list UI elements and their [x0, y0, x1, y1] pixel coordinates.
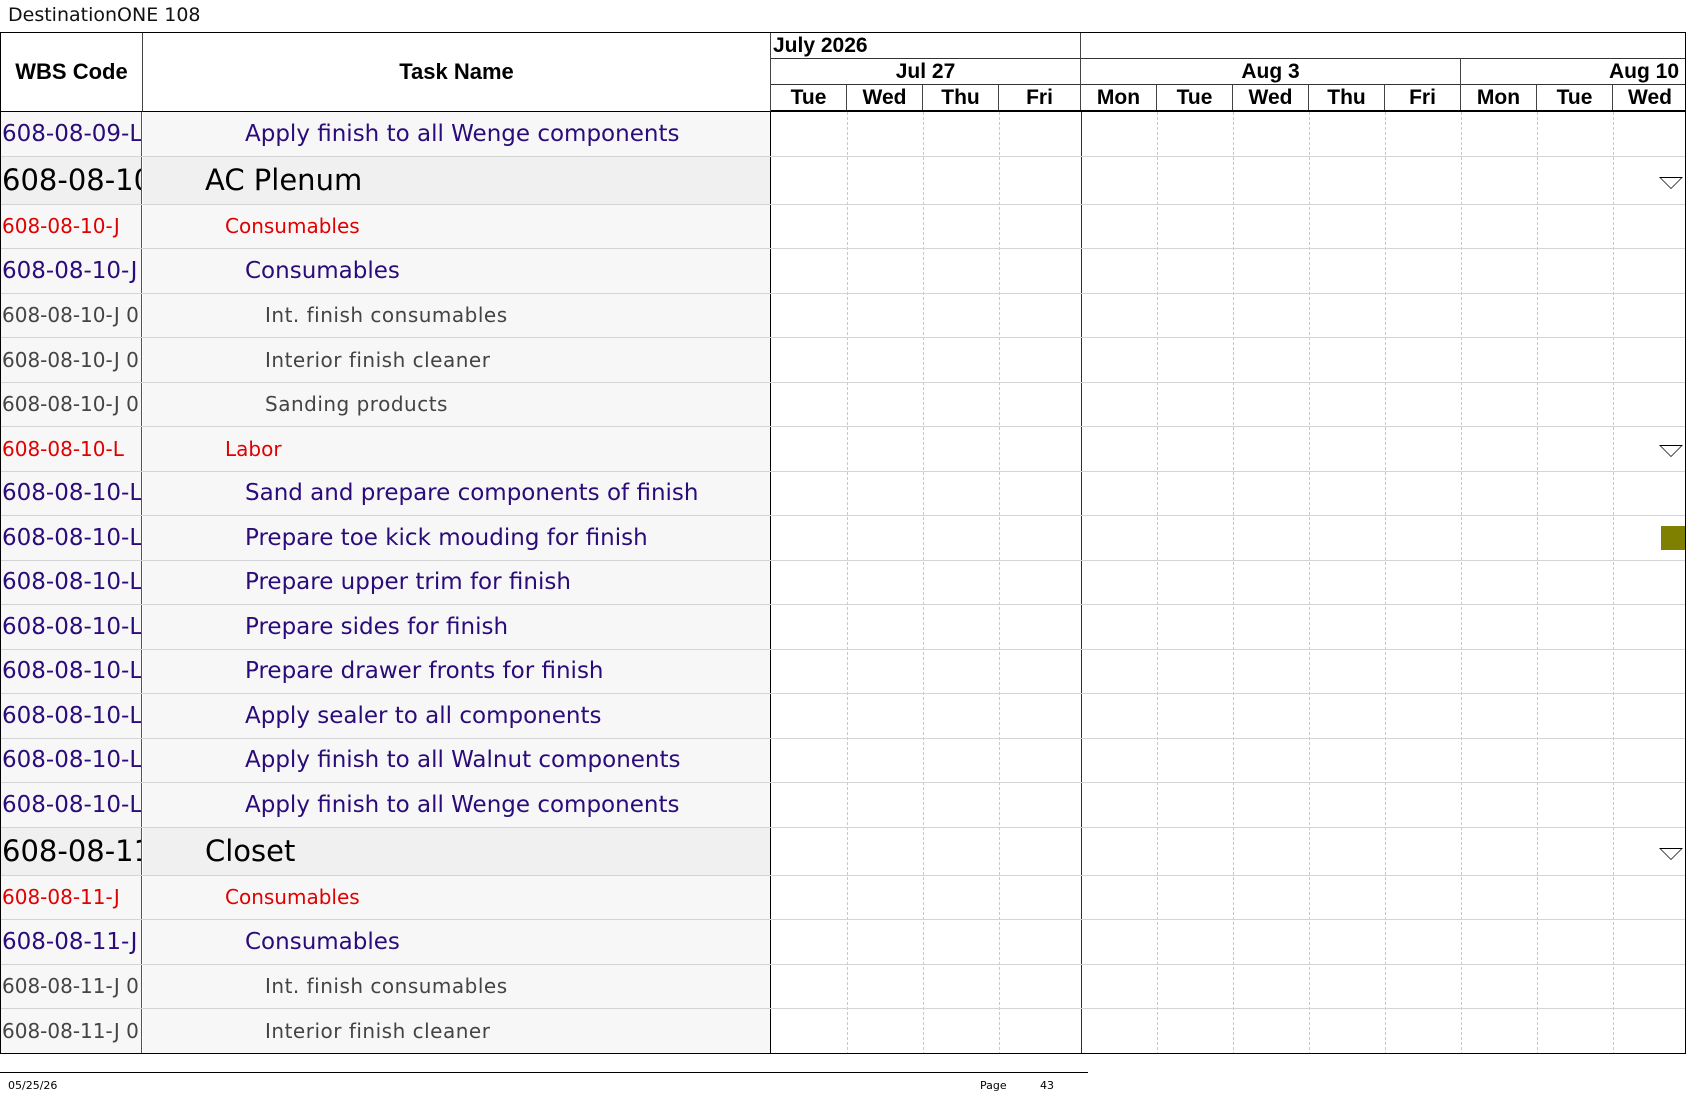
table-row[interactable]: 608-08-10-J 01 Int. finish consumables [1, 293, 1685, 338]
wbs-code-cell[interactable]: 608-08-10-L 01 [1, 694, 142, 738]
task-name-cell[interactable]: Consumables [143, 204, 771, 248]
table-row[interactable]: 608-08-10-L 01Prepare sides for finish [1, 605, 1685, 650]
task-name-cell[interactable]: Prepare sides for finish [143, 605, 771, 649]
table-row[interactable]: 608-08-10-J 01 Interior finish cleaner [1, 338, 1685, 383]
task-name-cell[interactable]: Int. finish consumables [143, 964, 771, 1008]
footer-divider [0, 1072, 1088, 1073]
table-row[interactable]: 608-08-10-L 01Prepare drawer fronts for … [1, 649, 1685, 694]
month-label: July 2026 [771, 33, 1081, 59]
table-row[interactable]: 608-08-11-J 01 Interior finish cleaner [1, 1009, 1685, 1053]
task-name-cell[interactable]: Sanding products [143, 382, 771, 426]
wbs-code-cell[interactable]: 608-08-10-J 01 [1, 249, 142, 293]
task-name-cell[interactable]: Prepare toe kick mouding for finish [143, 516, 771, 560]
task-name-cell[interactable]: AC Plenum [143, 156, 771, 204]
table-row[interactable]: 608-08-11-J Consumables [1, 875, 1685, 920]
summary-marker-icon[interactable] [1659, 176, 1683, 189]
task-name-cell[interactable]: Apply finish to all Wenge components [143, 783, 771, 827]
day-label: Thu [923, 85, 999, 110]
wbs-code-cell[interactable]: 608-08-10-L 01 [1, 471, 142, 515]
task-name-cell[interactable]: Consumables [143, 920, 771, 964]
day-label: Mon [1461, 85, 1537, 110]
task-column-header[interactable]: Task Name [143, 33, 771, 112]
wbs-code-cell[interactable]: 608-08-10-J 01 [1, 338, 142, 382]
wbs-code-cell[interactable]: 608-08-10 [1, 156, 142, 204]
task-name-cell[interactable]: Labor [143, 427, 771, 471]
month-blank [1081, 33, 1685, 59]
wbs-code-cell[interactable]: 608-08-10-L 01 [1, 649, 142, 693]
document-title: DestinationONE 108 [8, 4, 201, 26]
table-row[interactable]: 608-08-11 Closet [1, 827, 1685, 876]
footer-page-number: 43 [1040, 1079, 1054, 1092]
table-row[interactable]: 608-08-11-J 01Consumables [1, 920, 1685, 965]
table-row[interactable]: 608-08-10-L 01Apply finish to all Walnut… [1, 738, 1685, 783]
task-name-cell[interactable]: Interior finish cleaner [143, 1009, 771, 1053]
wbs-column-header[interactable]: WBS Code [1, 33, 143, 112]
table-row[interactable]: 608-08-10-J 01Consumables [1, 249, 1685, 294]
wbs-code-cell[interactable]: 608-08-11-J 01 [1, 920, 142, 964]
footer-date: 05/25/26 [8, 1079, 58, 1092]
task-name-cell[interactable]: Apply sealer to all components [143, 694, 771, 738]
wbs-code-cell[interactable]: 608-08-10-L 01 [1, 560, 142, 604]
table-row[interactable]: 608-08-10-L Labor [1, 427, 1685, 472]
wbs-code-cell[interactable]: 608-08-09-L 01 [1, 112, 142, 156]
table-row[interactable]: 608-08-11-J 01 Int. finish consumables [1, 964, 1685, 1009]
wbs-code-cell[interactable]: 608-08-10-L 01 [1, 605, 142, 649]
month-row: July 2026 [771, 33, 1685, 59]
table-row[interactable]: 608-08-10-L 01Prepare toe kick mouding f… [1, 516, 1685, 561]
day-label: Wed [847, 85, 923, 110]
task-name-cell[interactable]: Apply finish to all Wenge components [143, 112, 771, 156]
wbs-code-cell[interactable]: 608-08-11 [1, 827, 142, 875]
wbs-code-cell[interactable]: 608-08-10-J [1, 204, 142, 248]
day-label: Thu [1309, 85, 1385, 110]
week-label: Aug 3 [1081, 59, 1461, 85]
wbs-code-cell[interactable]: 608-08-11-J 01 [1, 1009, 142, 1053]
day-label: Tue [771, 85, 847, 110]
task-name-cell[interactable]: Prepare drawer fronts for finish [143, 649, 771, 693]
table-row[interactable]: 608-08-10-L 01Sand and prepare component… [1, 471, 1685, 516]
table-row[interactable]: 608-08-10 AC Plenum [1, 156, 1685, 205]
wbs-code-cell[interactable]: 608-08-11-J 01 [1, 964, 142, 1008]
wbs-code-cell[interactable]: 608-08-10-J 01 [1, 293, 142, 337]
day-label: Mon [1081, 85, 1157, 110]
summary-marker-icon[interactable] [1659, 847, 1683, 860]
task-name-cell[interactable]: Consumables [143, 249, 771, 293]
wbs-code-cell[interactable]: 608-08-10-L [1, 427, 142, 471]
wbs-code-cell[interactable]: 608-08-11-J [1, 875, 142, 919]
table-row[interactable]: 608-08-10-J Consumables [1, 204, 1685, 249]
wbs-code-cell[interactable]: 608-08-10-L 01 [1, 516, 142, 560]
gantt-task-bar[interactable] [1661, 526, 1685, 551]
task-name-cell[interactable]: Closet [143, 827, 771, 875]
task-name-cell[interactable]: Apply finish to all Walnut components [143, 738, 771, 782]
table-row[interactable]: 608-08-09-L 01Apply finish to all Wenge … [1, 112, 1685, 157]
task-name-cell[interactable]: Sand and prepare components of finish [143, 471, 771, 515]
week-label: Jul 27 [771, 59, 1081, 85]
table-row[interactable]: 608-08-10-L 01Prepare upper trim for fin… [1, 560, 1685, 605]
day-label: Fri [999, 85, 1081, 110]
task-name-cell[interactable]: Int. finish consumables [143, 293, 771, 337]
footer-page-label: Page [980, 1079, 1007, 1092]
wbs-code-cell[interactable]: 608-08-10-L 01 [1, 738, 142, 782]
table-row[interactable]: 608-08-10-L 01Apply finish to all Wenge … [1, 783, 1685, 828]
table-row[interactable]: 608-08-10-L 01Apply sealer to all compon… [1, 694, 1685, 739]
week-row: Jul 27 Aug 3 Aug 10 [771, 59, 1685, 85]
wbs-code-cell[interactable]: 608-08-10-L 01 [1, 783, 142, 827]
day-label: Tue [1157, 85, 1233, 110]
week-label: Aug 10 [1461, 59, 1685, 85]
summary-marker-icon[interactable] [1659, 445, 1683, 458]
wbs-code-cell[interactable]: 608-08-10-J 01 [1, 382, 142, 426]
day-label: Wed [1233, 85, 1309, 110]
day-row: Tue Wed Thu Fri Mon Tue Wed Thu Fri Mon … [771, 85, 1685, 112]
day-label: Wed [1628, 85, 1672, 109]
task-name-cell[interactable]: Prepare upper trim for finish [143, 560, 771, 604]
task-name-cell[interactable]: Interior finish cleaner [143, 338, 771, 382]
task-name-cell[interactable]: Consumables [143, 875, 771, 919]
gantt-sheet: WBS Code Task Name July 2026 Jul 27 Aug … [0, 32, 1686, 1054]
day-label: Tue [1537, 85, 1613, 110]
day-label: Fri [1385, 85, 1461, 110]
table-row[interactable]: 608-08-10-J 01 Sanding products [1, 382, 1685, 427]
